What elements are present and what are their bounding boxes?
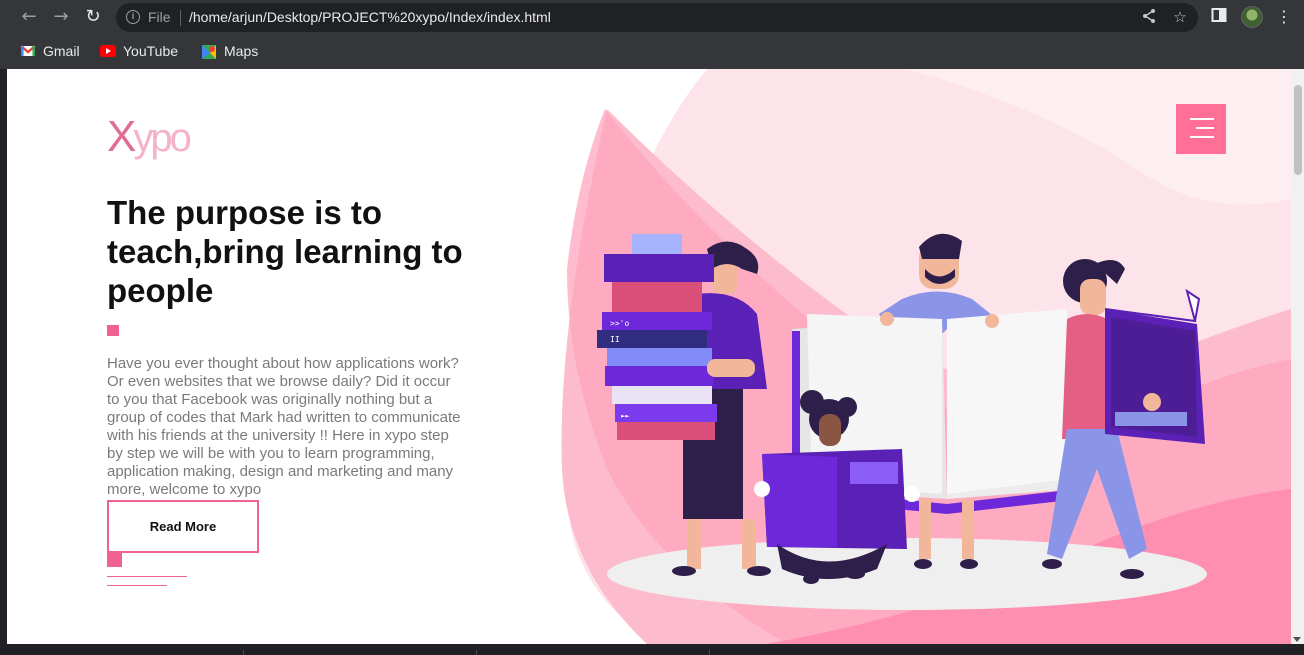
- decorative-line: [107, 585, 167, 586]
- youtube-icon: [100, 44, 116, 58]
- vertical-scrollbar[interactable]: [1291, 69, 1304, 644]
- url-scheme-label: File: [148, 9, 171, 25]
- window-bottom-edge: [0, 644, 1304, 655]
- info-icon[interactable]: i: [126, 10, 140, 24]
- page-viewport: >>'o II ►► Xypo The purpose is to teach,…: [7, 69, 1291, 644]
- gmail-icon: [20, 44, 36, 58]
- profile-avatar[interactable]: [1241, 6, 1263, 28]
- omnibox-divider: [180, 10, 181, 26]
- bookmark-gmail[interactable]: Gmail: [20, 41, 80, 61]
- decorative-square: [107, 325, 119, 336]
- bookmark-label: YouTube: [123, 43, 179, 59]
- decorative-square: [107, 552, 122, 567]
- bookmark-maps[interactable]: Maps: [201, 41, 258, 61]
- decorative-line: [107, 576, 187, 577]
- reload-icon[interactable]: ↻: [83, 7, 103, 27]
- logo-x: X: [107, 112, 136, 161]
- bookmark-youtube[interactable]: YouTube: [100, 41, 178, 61]
- bookmark-star-icon[interactable]: ☆: [1171, 8, 1189, 26]
- address-bar[interactable]: i File /home/arjun/Desktop/PROJECT%20xyp…: [116, 3, 1198, 32]
- url-text[interactable]: /home/arjun/Desktop/PROJECT%20xypo/Index…: [189, 9, 551, 25]
- book-spine-label: >>'o: [610, 319, 629, 328]
- page-title: The purpose is to teach,bring learning t…: [107, 194, 463, 309]
- side-panel-icon[interactable]: [1209, 7, 1229, 27]
- intro-paragraph: Have you ever thought about how applicat…: [107, 355, 461, 498]
- share-icon[interactable]: [1140, 8, 1158, 26]
- bookmark-label: Gmail: [43, 43, 80, 59]
- kebab-menu-icon[interactable]: ⋮: [1274, 7, 1294, 27]
- browser-toolbar: ← → ↻ i File /home/arjun/Desktop/PROJECT…: [0, 0, 1304, 34]
- book-spine-label: ►►: [621, 412, 630, 420]
- hamburger-menu-button[interactable]: [1176, 104, 1226, 154]
- read-more-button[interactable]: Read More: [107, 500, 259, 553]
- bookmarks-bar: Gmail YouTube Maps: [0, 34, 1304, 69]
- bookmark-label: Maps: [224, 43, 259, 59]
- back-arrow-icon[interactable]: ←: [19, 7, 39, 27]
- scrollbar-thumb[interactable]: [1294, 85, 1302, 175]
- logo-rest: ypo: [133, 116, 191, 160]
- maps-icon: [201, 44, 217, 59]
- site-logo[interactable]: Xypo: [107, 111, 192, 164]
- forward-arrow-icon[interactable]: →: [51, 7, 71, 27]
- scroll-down-arrow-icon[interactable]: [1293, 637, 1301, 642]
- book-spine-label: II: [610, 335, 620, 344]
